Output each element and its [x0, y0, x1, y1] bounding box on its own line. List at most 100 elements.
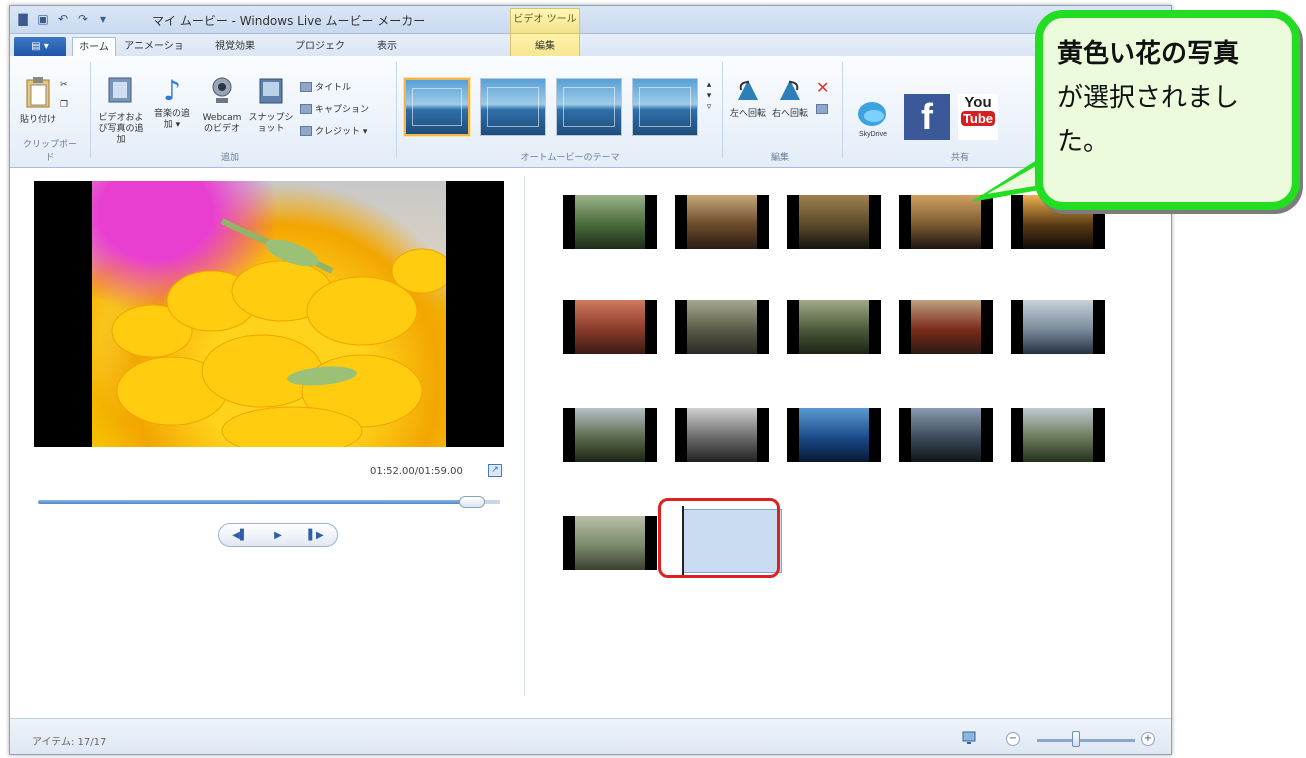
webcam-video-button[interactable]: Webcam のビデオ [198, 76, 246, 135]
storyboard-clip[interactable] [787, 408, 881, 462]
previous-frame-icon[interactable]: ◀▌ [232, 530, 247, 541]
video-preview[interactable] [34, 181, 504, 447]
fullscreen-preview-button[interactable]: ↗ [488, 464, 502, 477]
storyboard-clip[interactable] [899, 408, 993, 462]
window-title: マイ ムービー - Windows Live ムービー メーカー [152, 14, 426, 28]
automovie-theme-1[interactable] [404, 78, 470, 136]
snapshot-button[interactable]: スナップショット [248, 76, 294, 135]
title-button[interactable]: タイトル [300, 80, 351, 93]
callout-bubble: 黄色い花の写真 が選択されまし た。 [971, 10, 1300, 210]
seek-bar[interactable] [38, 500, 500, 504]
storyboard-clip[interactable] [787, 300, 881, 354]
zoom-thumb[interactable] [1072, 731, 1080, 747]
rotate-left-button[interactable]: 左へ回転 [728, 76, 768, 120]
music-note-icon: ♪ [163, 74, 181, 107]
storyboard-clip[interactable] [675, 408, 769, 462]
seek-thumb[interactable] [459, 496, 486, 508]
zoom-slider[interactable] [1037, 739, 1135, 742]
ribbon-tab-row: ▤ ▾ ホーム アニメーション 視覚効果 プロジェクト 表示 編集 [10, 34, 1171, 71]
facebook-share-button[interactable]: f [904, 94, 950, 140]
storyboard-clip[interactable] [563, 408, 657, 462]
tab-project[interactable]: プロジェクト [292, 37, 348, 71]
storyboard-clip[interactable] [899, 300, 993, 354]
clip-thumbnail [575, 516, 645, 570]
clip-thumbnail [1023, 300, 1093, 354]
app-menu-icon[interactable]: ▇ [16, 12, 30, 26]
tab-visual-effects[interactable]: 視覚効果 [210, 37, 260, 56]
storyboard-clip[interactable] [1011, 300, 1105, 354]
tab-view[interactable]: 表示 [370, 37, 404, 56]
play-icon[interactable]: ▶ [274, 530, 282, 541]
caption-label: キャプション [315, 105, 370, 115]
redo-icon[interactable]: ↷ [76, 12, 90, 26]
add-music-button[interactable]: ♪ 音楽の追加 ▾ [152, 76, 192, 131]
snapshot-label: スナップショット [248, 113, 294, 134]
automovie-theme-2[interactable] [480, 78, 546, 136]
credits-button[interactable]: クレジット ▾ [300, 124, 367, 137]
storyboard-clip[interactable] [563, 300, 657, 354]
paste-icon [26, 77, 50, 108]
snapshot-icon [259, 78, 283, 104]
storyboard-clip[interactable] [563, 195, 657, 249]
file-menu-button[interactable]: ▤ ▾ [14, 37, 66, 56]
rotate-right-label: 右へ回転 [771, 109, 808, 119]
remove-button[interactable]: ✕ [816, 78, 829, 97]
flower-illustration [111, 218, 446, 447]
storyboard-clip[interactable] [1011, 408, 1105, 462]
selection-highlight-outline [658, 498, 780, 578]
next-frame-icon[interactable]: ▌▶ [308, 530, 323, 541]
clip-thumbnail [687, 300, 757, 354]
storyboard-clip[interactable] [675, 195, 769, 249]
paste-button[interactable]: 貼り付け [18, 76, 58, 126]
clip-thumbnail [687, 408, 757, 462]
credits-label: クレジット ▾ [315, 127, 368, 137]
cut-button[interactable]: ✂ [60, 80, 68, 90]
clipboard-group-label: クリップボード [22, 140, 77, 163]
clip-thumbnail [1023, 408, 1093, 462]
tab-animation[interactable]: アニメーション [124, 37, 184, 71]
remove-x-icon: ✕ [816, 78, 830, 97]
add-video-photo-label: ビデオおよび写真の追加 [98, 113, 144, 145]
storyboard-clip[interactable] [563, 516, 657, 570]
monitor-icon[interactable] [962, 731, 978, 745]
add-video-photo-button[interactable]: ビデオおよび写真の追加 [96, 76, 146, 146]
theme-gallery-scroll[interactable]: ▴ ▾ ▿ [704, 80, 714, 113]
status-bar: アイテム: 17/17 − + [10, 718, 1171, 754]
tab-edit[interactable]: 編集 [520, 37, 570, 56]
storyboard-clip[interactable] [675, 300, 769, 354]
skydrive-share-button[interactable]: SkyDrive [850, 94, 896, 140]
clip-thumbnail [911, 300, 981, 354]
webcam-icon [212, 77, 232, 103]
paste-label: 貼り付け [19, 115, 56, 125]
pane-divider[interactable] [524, 176, 525, 696]
callout-line-2: が選択されまし [1057, 83, 1240, 113]
rotate-right-button[interactable]: 右へ回転 [770, 76, 810, 120]
storyboard-clip[interactable] [787, 195, 881, 249]
clip-thumbnail [799, 195, 869, 249]
preview-timecode: 01:52.00/01:59.00 [370, 466, 463, 477]
caption-button[interactable]: キャプション [300, 102, 369, 115]
undo-icon[interactable]: ↶ [56, 12, 70, 26]
automovie-theme-4[interactable] [632, 78, 698, 136]
zoom-out-button[interactable]: − [1006, 732, 1020, 746]
youtube-share-button[interactable]: You Tube [958, 94, 998, 140]
group-separator [842, 62, 843, 158]
caption-icon [300, 103, 312, 114]
clip-thumbnail [687, 195, 757, 249]
save-icon[interactable]: ▣ [36, 12, 50, 26]
copy-button[interactable]: ❐ [60, 100, 68, 110]
gallery-more-icon: ▴ ▾ ▿ [706, 80, 712, 112]
tab-home[interactable]: ホーム [72, 37, 116, 56]
automovie-theme-3[interactable] [556, 78, 622, 136]
clip-thumbnail [911, 408, 981, 462]
qat-dropdown-icon[interactable]: ▾ [96, 12, 110, 26]
rotate-left-icon [738, 80, 758, 100]
select-all-button[interactable] [816, 104, 828, 114]
zoom-in-button[interactable]: + [1141, 732, 1155, 746]
title-label: タイトル [315, 83, 352, 93]
plus-icon: + [1143, 733, 1153, 744]
expand-icon: ↗ [491, 465, 499, 475]
facebook-icon: f [921, 96, 933, 137]
rotate-left-label: 左へ回転 [729, 109, 766, 119]
title-bar: ▇ ▣ ↶ ↷ ▾ マイ ムービー - Windows Live ムービー メー… [10, 6, 1171, 34]
